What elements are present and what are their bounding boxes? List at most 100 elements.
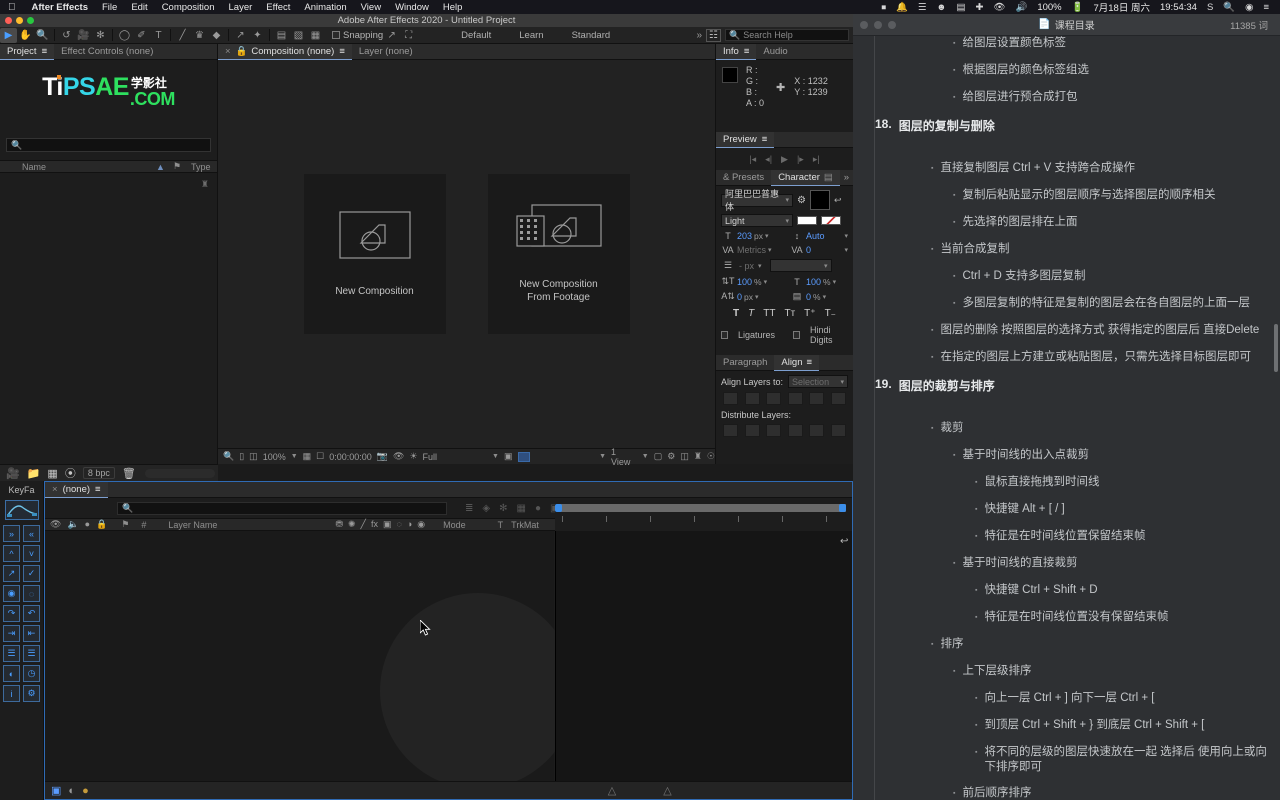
close-icon[interactable]: × (52, 484, 58, 495)
expand-icon[interactable]: ↗ (3, 565, 20, 582)
ligatures-checkbox[interactable] (721, 331, 728, 339)
menu-item-composition[interactable]: Composition (155, 2, 222, 13)
settings-icon[interactable]: ⚙ (23, 685, 40, 702)
menu-item-help[interactable]: Help (436, 2, 470, 13)
fast-preview-icon[interactable]: ⚙ (667, 451, 675, 462)
new-composition-button[interactable]: New Composition (303, 174, 446, 334)
solo-icon[interactable]: ● (85, 519, 90, 530)
region-of-interest-icon[interactable]: ☐ (316, 451, 324, 462)
doc-minimize-button[interactable] (874, 20, 882, 29)
no-stroke-swatch[interactable] (821, 216, 841, 225)
no-fill-swatch[interactable] (797, 216, 817, 225)
menu-item-file[interactable]: File (95, 2, 124, 13)
distribute-right-icon[interactable] (830, 424, 846, 437)
font-family-select[interactable]: 阿里巴巴普惠体 ▾ (721, 189, 793, 212)
play-icon[interactable]: ▶ (781, 154, 788, 165)
project-search-input[interactable]: 🔍 (6, 138, 211, 152)
shape-tool[interactable]: ◯ (116, 28, 133, 43)
tab-layer[interactable]: Layer (none) (352, 44, 420, 60)
chevron-down-icon[interactable]: ▼ (492, 453, 499, 460)
subscript-icon[interactable]: T₋ (825, 308, 836, 319)
adjustment-icon[interactable]: ◑ (407, 519, 412, 530)
workspace-save-icon[interactable]: ☷ (706, 28, 721, 42)
grid-icon[interactable]: ▤ (951, 2, 970, 13)
menu-item-view[interactable]: View (354, 2, 388, 13)
column-name[interactable]: Name (22, 162, 46, 172)
rotation-tool[interactable]: ↺ (58, 28, 75, 43)
document-body[interactable]: ▪ 给图层设置颜色标签 ▪ 根据图层的颜色标签组选 ▪ 给图层进行预合成打包 18. 图层的复… (853, 36, 1280, 800)
timeline-layer-area[interactable] (45, 531, 576, 789)
tab-preview[interactable]: Preview ≡ (716, 131, 775, 148)
workspace-learn[interactable]: Learn (505, 30, 557, 41)
hindi-digits-checkbox[interactable] (793, 331, 801, 339)
frame-blending-icon[interactable]: ▦ (516, 503, 525, 514)
panel-menu-icon[interactable]: ≡ (762, 134, 768, 145)
small-caps-icon[interactable]: Tᴛ (784, 308, 795, 319)
3d-view-icon[interactable] (517, 451, 531, 462)
new-composition-from-footage-button[interactable]: New Composition From Footage (487, 174, 630, 334)
zoom-in-icon[interactable]: △ (663, 784, 671, 797)
project-settings-icon[interactable]: ▦ (47, 467, 57, 480)
graph-editor-icon[interactable]: ◐ (68, 785, 75, 797)
delete-icon[interactable]: 🗑 (122, 467, 136, 480)
stroke-type-select[interactable]: ▾ (769, 259, 832, 272)
work-area-end-handle[interactable] (839, 504, 846, 512)
magnification-icon[interactable]: 🔍 (223, 451, 234, 462)
label-icon[interactable]: ⚑ (121, 519, 129, 530)
video-icon[interactable]: 👁 (50, 519, 61, 530)
collapse-icon[interactable]: ✺ (348, 519, 356, 530)
work-area-bar[interactable] (558, 504, 846, 512)
draft-3d-icon[interactable]: ◈ (482, 503, 490, 514)
eye-icon[interactable]: 👁 (988, 2, 1010, 13)
transparency-grid-icon[interactable]: ▣ (504, 451, 513, 462)
camera-tool[interactable]: 🎥 (75, 28, 92, 43)
tab-info[interactable]: Info ≡ (716, 43, 757, 60)
snap-box-icon[interactable]: ⛶ (400, 28, 417, 43)
tab-composition[interactable]: × 🔒 Composition (none) ≡ (218, 43, 352, 60)
composition-renderer-icon[interactable]: ≣ (465, 503, 473, 514)
distribute-vertical-center-icon[interactable] (744, 424, 760, 437)
brush-tool[interactable]: ╱ (174, 28, 191, 43)
title-safe-icon[interactable]: ◫ (249, 451, 258, 462)
panel-menu-icon[interactable]: ≡ (744, 46, 750, 57)
channel-icon[interactable]: ☀ (409, 451, 417, 462)
shy-icon[interactable]: ⛃ (335, 519, 343, 530)
tab-presets[interactable]: & Presets (716, 170, 771, 186)
smiley-icon[interactable]: ☻ (931, 2, 951, 13)
search-help-input[interactable]: 🔍 Search Help (725, 29, 849, 41)
align-horizontal-center-icon[interactable] (744, 392, 760, 405)
list-top-icon[interactable]: ☰ (3, 645, 20, 662)
toggle-switches-icon[interactable]: ▣ (51, 784, 61, 797)
ease-curve-icon[interactable] (4, 500, 39, 520)
selection-tool[interactable]: ▶ (0, 27, 17, 43)
new-footage-icon[interactable]: 🎥 (6, 467, 20, 480)
grid-guides-icon[interactable]: ▦ (303, 451, 312, 462)
last-frame-icon[interactable]: ▸| (813, 154, 820, 165)
eyedropper-icon[interactable]: ⚙ (797, 195, 806, 206)
tsume-field[interactable]: ▤ 0 % ▾ (790, 291, 848, 302)
panel-menu-icon[interactable]: ≡ (95, 484, 101, 495)
align-left-keys-icon[interactable]: ⇥ (3, 625, 20, 642)
column-layer-name[interactable]: Layer Name (168, 520, 217, 530)
fast-rewind-icon[interactable]: « (23, 525, 40, 542)
column-type[interactable]: Type (191, 162, 211, 172)
panel-menu-icon[interactable]: ≡ (42, 46, 48, 57)
tab-audio[interactable]: Audio (756, 44, 794, 60)
chevron-down-icon[interactable]: ▾ (844, 232, 848, 240)
snap-line-icon[interactable]: ↗ (383, 28, 400, 43)
menu-item-window[interactable]: Window (388, 2, 436, 13)
composition-views[interactable]: 1 View (611, 447, 637, 467)
panel-menu-icon[interactable]: ▤ (824, 172, 833, 183)
mask-icon[interactable]: ▯ (239, 451, 244, 462)
undo-icon[interactable]: ↶ (23, 605, 40, 622)
chevron-down-icon[interactable]: ▼ (642, 453, 649, 460)
snapshot-show-icon[interactable]: 👁 (393, 451, 404, 462)
horizontal-scale-field[interactable]: T 100 % ▾ (790, 277, 848, 287)
chevron-down-icon[interactable]: ▾ (755, 293, 759, 301)
align-right-icon[interactable]: ▦ (307, 28, 324, 43)
list-icon[interactable]: ≡ (1258, 2, 1274, 13)
tab-paragraph[interactable]: Paragraph (716, 355, 774, 371)
swap-colors-icon[interactable]: ↩ (834, 195, 842, 206)
align-top-icon[interactable] (787, 392, 803, 405)
fast-forward-icon[interactable]: » (3, 525, 20, 542)
